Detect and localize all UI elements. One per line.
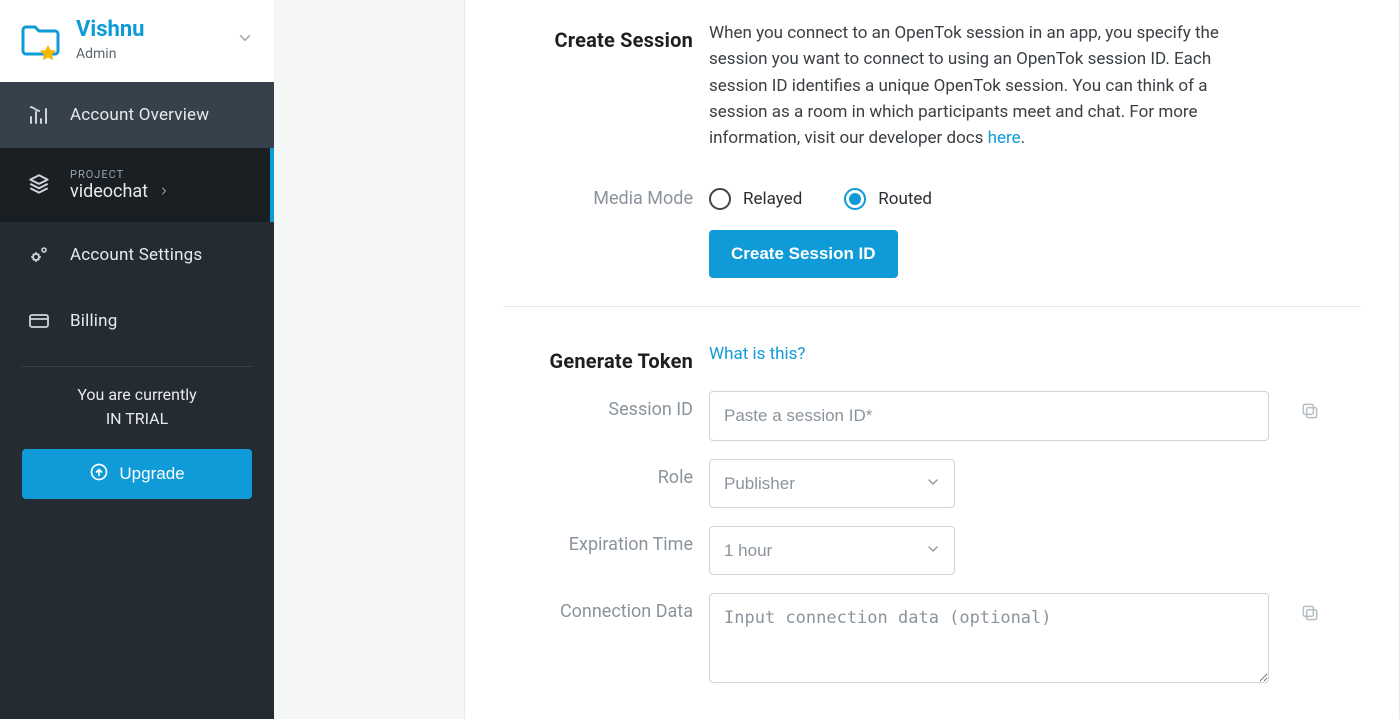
radio-routed[interactable]: Routed: [844, 186, 932, 212]
radio-outline-icon: [709, 188, 731, 210]
content-card: Create Session When you connect to an Op…: [464, 0, 1400, 719]
chevron-right-icon: [158, 181, 170, 202]
account-switcher[interactable]: Vishnu Admin: [0, 0, 274, 82]
upload-circle-icon: [89, 462, 109, 487]
account-folder-star-icon: [20, 20, 62, 60]
media-mode-label: Media Mode: [503, 180, 693, 209]
radio-outline-icon: [844, 188, 866, 210]
desc-text: When you connect to an OpenTok session i…: [709, 23, 1219, 148]
copy-icon[interactable]: [1300, 603, 1320, 627]
sidebar-divider: [22, 366, 252, 367]
nav-billing[interactable]: Billing: [0, 288, 274, 354]
connection-data-textarea[interactable]: [709, 593, 1269, 683]
expiration-label: Expiration Time: [503, 526, 693, 555]
expiration-select[interactable]: 1 hour: [709, 526, 955, 575]
radio-relayed-label: Relayed: [743, 186, 802, 212]
sidebar: Vishnu Admin Account Overview PROJECT vi…: [0, 0, 274, 719]
nav-account-settings[interactable]: Account Settings: [0, 222, 274, 288]
copy-icon[interactable]: [1300, 401, 1320, 425]
section-divider: [503, 306, 1361, 307]
upgrade-label: Upgrade: [119, 464, 184, 484]
media-mode-group: Relayed Routed: [709, 180, 1269, 212]
trial-line2: IN TRIAL: [22, 407, 252, 431]
chevron-down-icon: [236, 29, 254, 51]
session-id-label: Session ID: [503, 391, 693, 420]
trial-status: You are currently IN TRIAL: [0, 383, 274, 449]
developer-docs-link[interactable]: here: [988, 128, 1021, 148]
chart-bars-icon: [26, 102, 52, 128]
nav-account-overview[interactable]: Account Overview: [0, 82, 274, 148]
create-session-id-button[interactable]: Create Session ID: [709, 230, 898, 278]
desc-post: .: [1021, 128, 1025, 148]
nav-label: Billing: [70, 311, 117, 331]
create-session-description: When you connect to an OpenTok session i…: [709, 20, 1269, 152]
blocks-icon: [26, 172, 52, 198]
role-label: Role: [503, 459, 693, 488]
gears-icon: [26, 242, 52, 268]
what-is-this-link[interactable]: What is this?: [709, 344, 805, 364]
role-select[interactable]: Publisher: [709, 459, 955, 508]
trial-line1: You are currently: [22, 383, 252, 407]
project-kicker: PROJECT: [70, 168, 170, 181]
radio-routed-label: Routed: [878, 186, 932, 212]
nav-label: Account Settings: [70, 245, 202, 265]
main-area: Create Session When you connect to an Op…: [274, 0, 1400, 719]
nav-project-videochat[interactable]: PROJECT videochat: [0, 148, 274, 222]
project-name: videochat: [70, 181, 148, 202]
account-name: Vishnu: [76, 18, 222, 42]
account-role: Admin: [76, 46, 222, 62]
radio-relayed[interactable]: Relayed: [709, 186, 802, 212]
nav-label: Account Overview: [70, 105, 209, 125]
upgrade-button[interactable]: Upgrade: [22, 449, 252, 499]
session-id-input[interactable]: [709, 391, 1269, 441]
connection-data-label: Connection Data: [503, 593, 693, 622]
card-icon: [26, 308, 52, 334]
create-session-id-label: Create Session ID: [731, 244, 876, 263]
generate-token-title: Generate Token: [503, 341, 693, 373]
create-session-title: Create Session: [503, 20, 693, 52]
